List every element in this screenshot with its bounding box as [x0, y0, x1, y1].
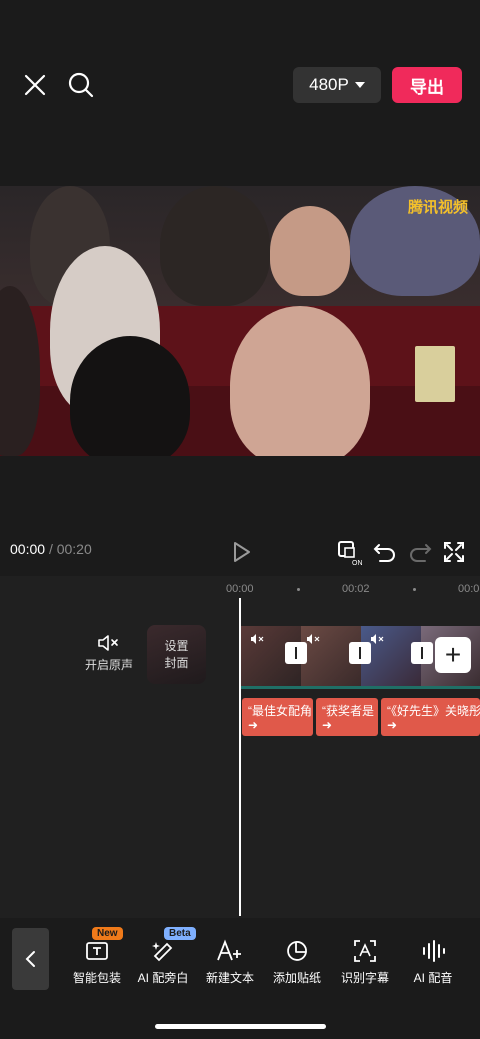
redo-icon[interactable]: [405, 537, 435, 567]
person: [160, 186, 270, 306]
ruler-dot: [413, 588, 416, 591]
resolution-select[interactable]: 480P: [293, 67, 381, 103]
add-clip-button[interactable]: +: [435, 637, 471, 673]
arrow-right-icon: ➜: [387, 718, 398, 732]
beta-badge: Beta: [164, 927, 196, 940]
video-watermark: 腾讯视频: [407, 199, 468, 216]
tool-label: 添加贴纸: [272, 971, 321, 985]
add-text-icon: [217, 939, 241, 961]
current-time: 00:00: [10, 541, 46, 557]
set-cover-button[interactable]: 设置 封面: [147, 625, 206, 684]
tool-label: 智能包装: [72, 971, 121, 985]
arrow-right-icon: ➜: [248, 718, 259, 732]
search-icon[interactable]: [64, 68, 98, 102]
undo-icon[interactable]: [370, 537, 400, 567]
tool-smart-package[interactable]: New 智能包装: [64, 927, 130, 986]
tool-label: 识别字幕: [340, 971, 389, 985]
video-preview[interactable]: 腾讯视频: [0, 186, 480, 456]
arrow-right-icon: ➜: [322, 718, 333, 732]
person: [270, 206, 350, 296]
person: [230, 306, 370, 456]
clip-mute-icon: [307, 634, 320, 644]
transition-button[interactable]: [411, 642, 433, 664]
tool-label: 新建文本: [205, 971, 254, 985]
new-badge: New: [92, 927, 123, 940]
name-card: [415, 346, 455, 402]
fullscreen-icon[interactable]: [439, 537, 469, 567]
playhead[interactable]: [239, 598, 241, 916]
caption-clip[interactable]: “最佳女配角 ➜: [242, 698, 313, 736]
ruler-tick-label: 00:02: [342, 583, 370, 595]
original-audio-toggle[interactable]: 开启原声: [84, 632, 134, 673]
chevron-left-icon: [25, 951, 35, 967]
caret-down-icon: [354, 82, 365, 88]
tool-label: AI 配旁白: [137, 971, 189, 985]
clip-mute-icon: [371, 634, 384, 644]
playback-time: 00:00 / 00:20: [10, 541, 92, 557]
magic-pen-icon: [152, 942, 173, 962]
total-duration: 00:20: [56, 541, 92, 557]
audio-track-line: [241, 686, 480, 689]
caption-clip[interactable]: “获奖者是 ➜: [316, 698, 378, 736]
caption-text: “获奖者是: [322, 704, 374, 718]
caption-clip[interactable]: “《好先生》关晓彤 ➜: [381, 698, 480, 736]
tool-ai-narration[interactable]: Beta AI 配旁白: [130, 927, 196, 986]
mute-icon: [84, 632, 134, 656]
transition-button[interactable]: [285, 642, 307, 664]
tool-add-sticker[interactable]: 添加贴纸: [264, 935, 330, 986]
toolbar-back-button[interactable]: [12, 928, 49, 990]
caption-text: “《好先生》关晓彤: [387, 704, 480, 718]
svg-text:ON: ON: [352, 560, 363, 567]
cover-label: 封面: [164, 655, 189, 670]
caption-recognize-icon: [354, 940, 376, 962]
tool-ai-dubbing[interactable]: AI 配音: [400, 935, 466, 986]
ruler-tick-label: 00:0: [458, 583, 480, 595]
ruler-tick-label: 00:00: [226, 583, 254, 595]
tool-recognize-captions[interactable]: 识别字幕: [332, 935, 398, 986]
caption-text: “最佳女配角: [248, 704, 312, 718]
person: [70, 336, 190, 456]
tool-new-text[interactable]: 新建文本: [197, 935, 263, 986]
cover-label: 设置: [164, 638, 189, 653]
export-button[interactable]: 导出: [392, 67, 462, 103]
waveform-icon: [423, 940, 445, 962]
close-icon[interactable]: [18, 68, 52, 102]
audio-toggle-label: 开启原声: [84, 658, 133, 672]
ruler-dot: [297, 588, 300, 591]
text-template-icon: [86, 942, 108, 960]
clip-mute-icon: [251, 634, 264, 644]
sticker-icon: [287, 941, 307, 961]
home-indicator[interactable]: [155, 1024, 326, 1029]
play-icon[interactable]: [226, 537, 256, 567]
time-separator: /: [48, 541, 53, 557]
tool-label: AI 配音: [413, 971, 453, 985]
transition-button[interactable]: [349, 642, 371, 664]
keyframe-on-icon[interactable]: ON: [335, 537, 365, 567]
resolution-value: 480P: [309, 75, 349, 94]
